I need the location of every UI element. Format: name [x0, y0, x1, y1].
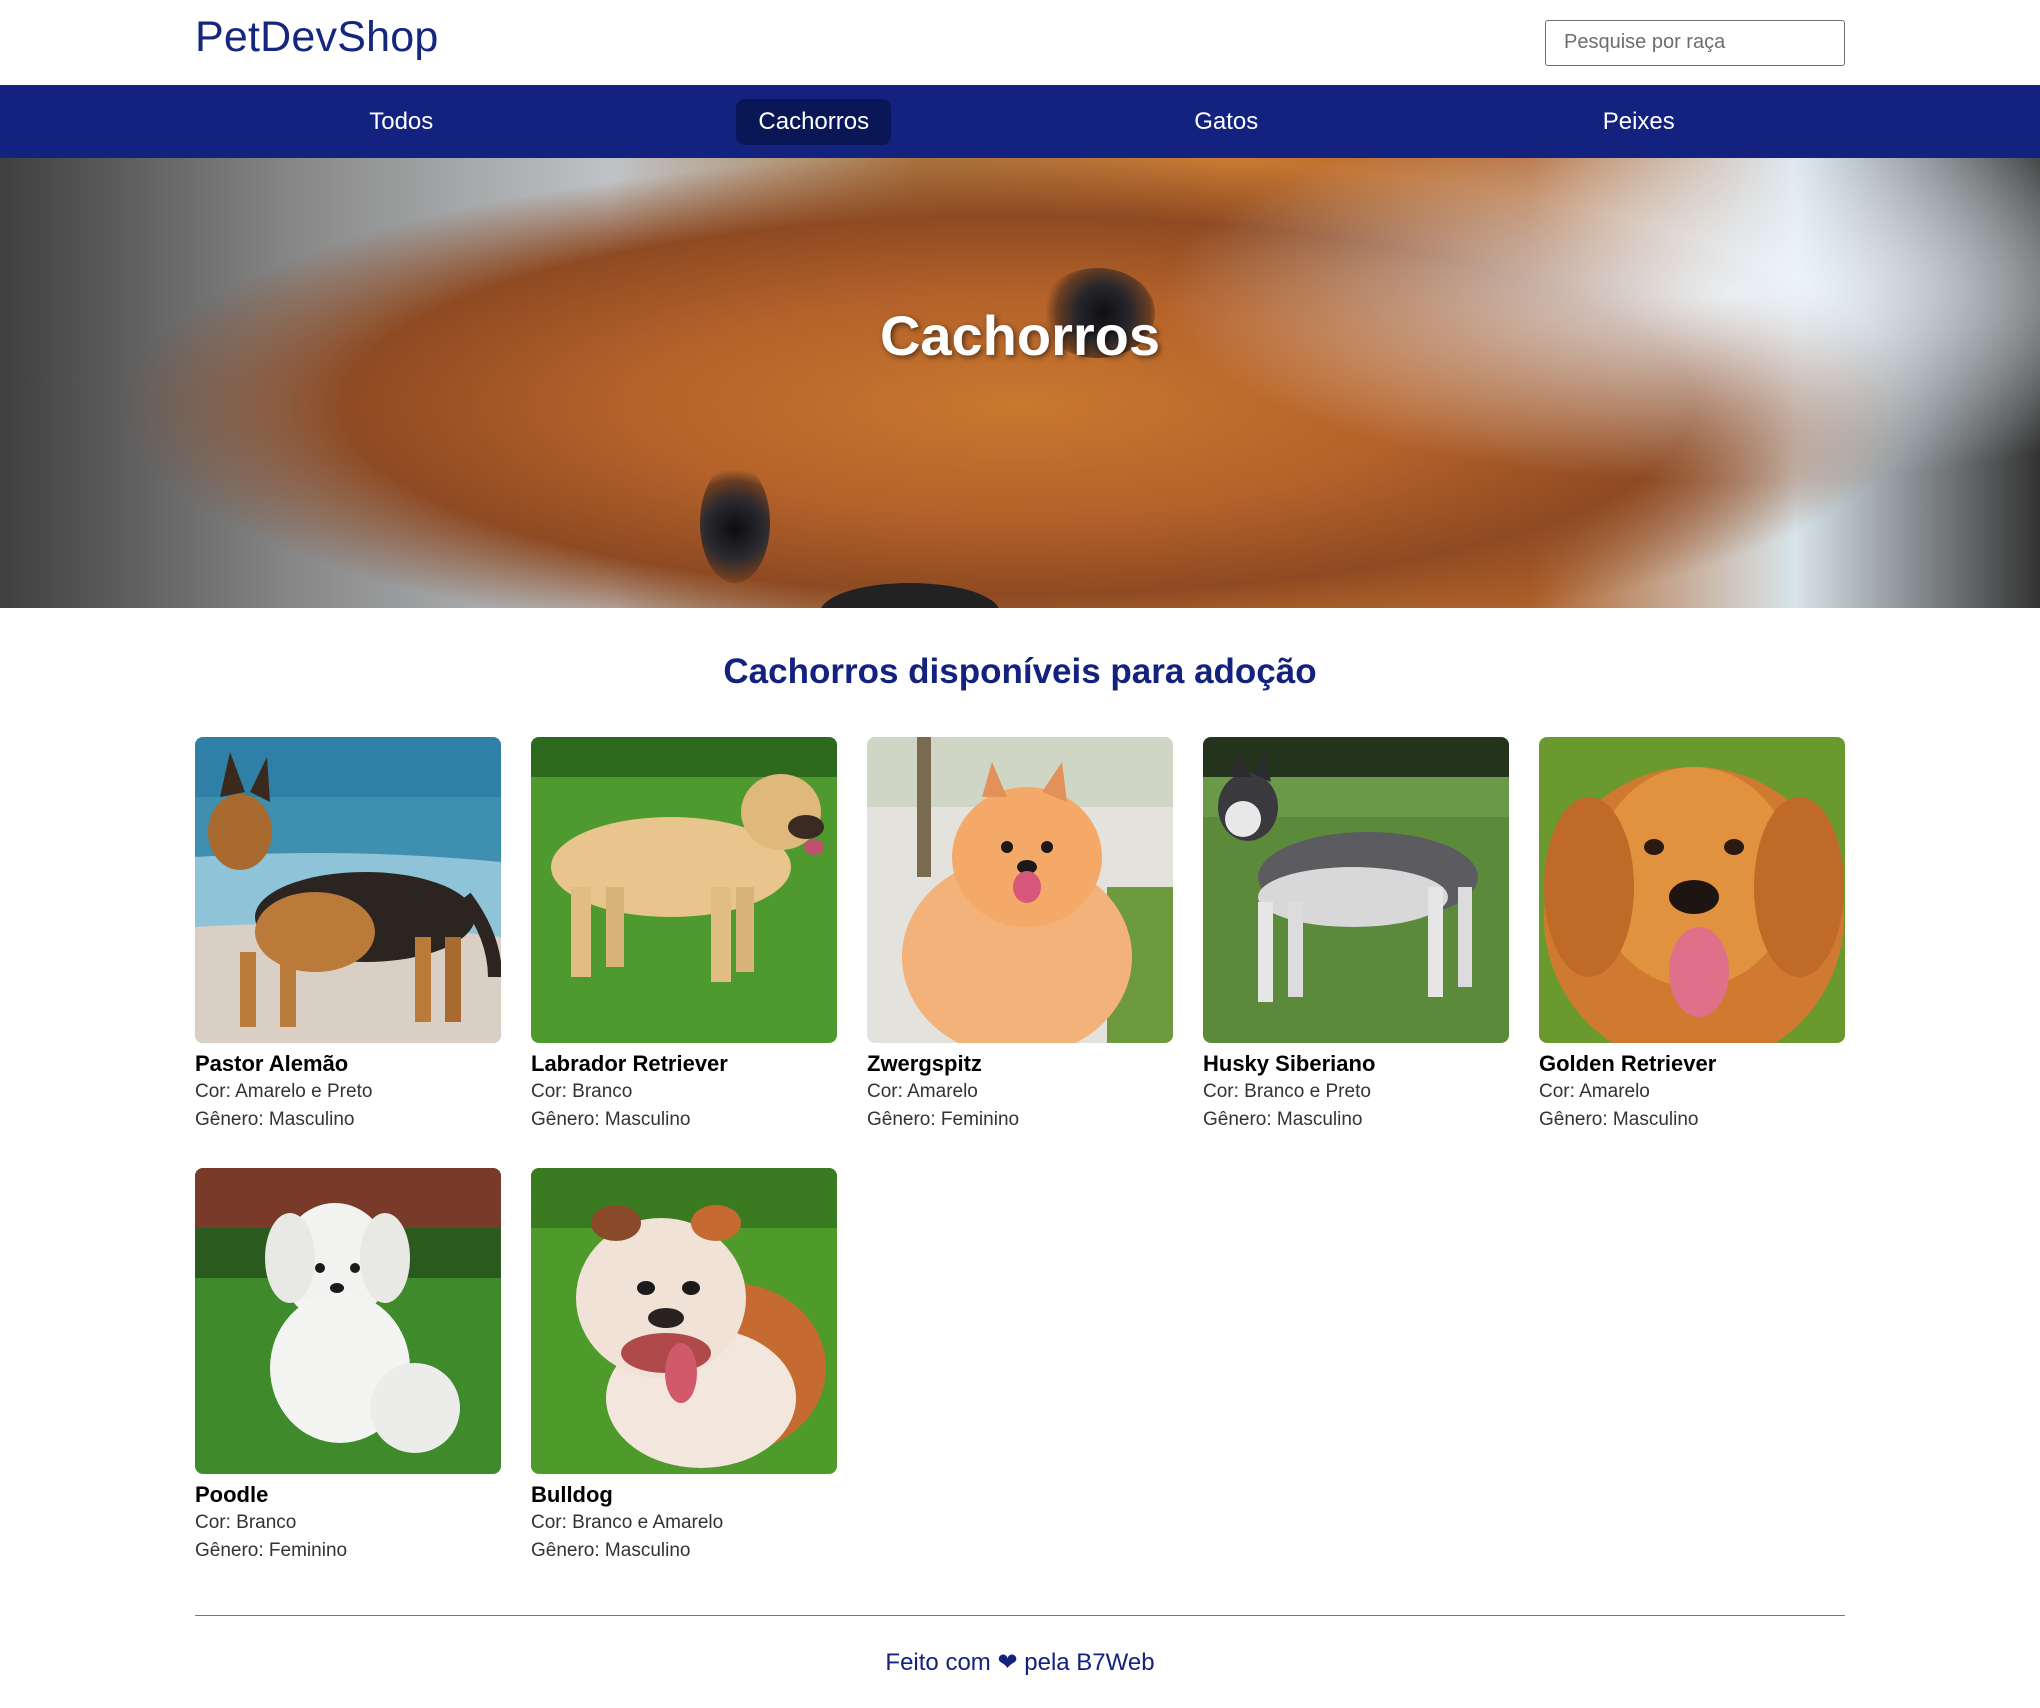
pet-card[interactable]: Bulldog Cor: Branco e Amarelo Gênero: Ma… [531, 1168, 837, 1565]
pet-color: Cor: Branco e Preto [1203, 1081, 1371, 1102]
pet-card[interactable]: Labrador Retriever Cor: Branco Gênero: M… [531, 737, 837, 1134]
pet-photo [195, 1168, 501, 1474]
pet-name: Husky Siberiano [1203, 1051, 1376, 1076]
site-header: PetDevShop [0, 0, 2040, 85]
pet-name: Bulldog [531, 1482, 613, 1507]
pet-card[interactable]: Golden Retriever Cor: Amarelo Gênero: Ma… [1539, 737, 1845, 1134]
pet-card[interactable]: Zwergspitz Cor: Amarelo Gênero: Feminino [867, 737, 1173, 1134]
footer-divider [195, 1615, 1845, 1616]
pet-card[interactable]: Pastor Alemão Cor: Amarelo e Preto Gêner… [195, 737, 501, 1134]
footer-text-after: pela B7Web [1024, 1649, 1155, 1676]
hero-title: Cachorros [879, 304, 1161, 367]
pet-photo [1539, 737, 1845, 1043]
pet-name: Pastor Alemão [195, 1051, 349, 1076]
pet-photo [195, 737, 501, 1043]
footer-text-before: Feito com [885, 1649, 991, 1676]
heart-icon: ❤ [997, 1649, 1018, 1676]
site-logo[interactable]: PetDevShop [195, 13, 438, 62]
nav-item-gatos[interactable]: Gatos [1172, 99, 1280, 145]
pet-color: Cor: Amarelo [867, 1081, 978, 1102]
site-footer: Feito com ❤ pela B7Web [0, 1648, 2040, 1677]
pet-gender: Gênero: Masculino [1539, 1109, 1699, 1130]
pet-name: Poodle [195, 1482, 269, 1507]
pet-gender: Gênero: Masculino [195, 1109, 355, 1130]
main-nav: Todos Cachorros Gatos Peixes [0, 85, 2040, 158]
pet-color: Cor: Branco [531, 1081, 633, 1102]
pet-photo [1203, 737, 1509, 1043]
pet-card[interactable]: Poodle Cor: Branco Gênero: Feminino [195, 1168, 501, 1565]
pet-grid: Pastor Alemão Cor: Amarelo e Preto Gêner… [195, 737, 1845, 1565]
hero-banner: Cachorros [0, 158, 2040, 608]
pet-photo [867, 737, 1173, 1043]
pet-gender: Gênero: Masculino [1203, 1109, 1363, 1130]
hero-dog-eye [700, 463, 770, 583]
pet-card[interactable]: Husky Siberiano Cor: Branco e Preto Gêne… [1203, 737, 1509, 1134]
search-input[interactable] [1545, 19, 1845, 66]
pet-color: Cor: Amarelo [1539, 1081, 1650, 1102]
pet-photo [531, 1168, 837, 1474]
pet-gender: Gênero: Masculino [531, 1540, 691, 1561]
nav-item-peixes[interactable]: Peixes [1581, 99, 1697, 145]
section-title: Cachorros disponíveis para adoção [723, 652, 1317, 691]
pet-gender: Gênero: Feminino [195, 1540, 348, 1561]
pet-photo [531, 737, 837, 1043]
nav-item-todos[interactable]: Todos [347, 99, 455, 145]
pet-color: Cor: Branco [195, 1512, 297, 1533]
pet-name: Labrador Retriever [531, 1051, 728, 1076]
pet-name: Golden Retriever [1539, 1051, 1717, 1076]
pet-name: Zwergspitz [867, 1051, 982, 1076]
pet-gender: Gênero: Feminino [867, 1109, 1020, 1130]
pet-color: Cor: Branco e Amarelo [531, 1512, 724, 1533]
hero-dog-nose [820, 583, 1000, 608]
nav-item-cachorros[interactable]: Cachorros [736, 98, 892, 145]
pet-color: Cor: Amarelo e Preto [195, 1081, 373, 1102]
pet-gender: Gênero: Masculino [531, 1109, 691, 1130]
